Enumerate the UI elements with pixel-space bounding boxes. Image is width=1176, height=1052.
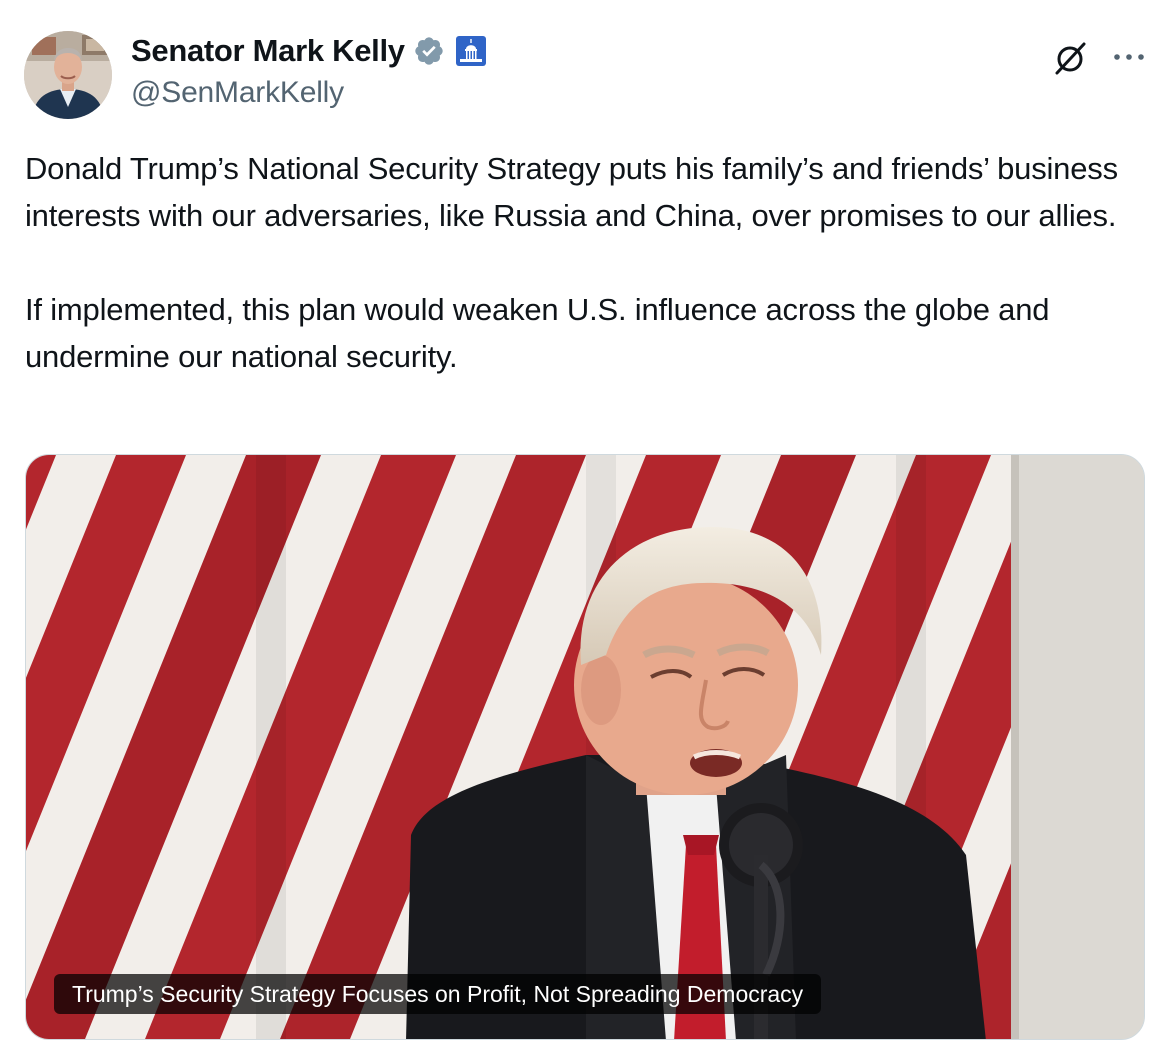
author-name-row: Senator Mark Kelly [131, 33, 487, 69]
media-caption: Trump’s Security Strategy Focuses on Pro… [54, 974, 822, 1014]
tweet-media-image[interactable]: Trump’s Security Strategy Focuses on Pro… [25, 454, 1145, 1040]
author-handle[interactable]: @SenMarkKelly [131, 76, 344, 110]
author-display-name[interactable]: Senator Mark Kelly [131, 33, 405, 69]
capitol-building-icon [455, 35, 487, 67]
tweet-text: Donald Trump’s National Security Strateg… [25, 145, 1155, 380]
author-avatar[interactable] [24, 31, 112, 119]
tweet-paragraph: If implemented, this plan would weaken U… [25, 292, 1050, 374]
grok-icon[interactable] [1050, 38, 1090, 78]
tweet-card: Senator Mark Kelly @SenMarkKelly Donald … [0, 0, 1176, 1052]
verified-badge-icon[interactable] [413, 35, 445, 67]
tweet-paragraph: Donald Trump’s National Security Strateg… [25, 151, 1118, 233]
more-options-icon[interactable] [1109, 40, 1149, 74]
